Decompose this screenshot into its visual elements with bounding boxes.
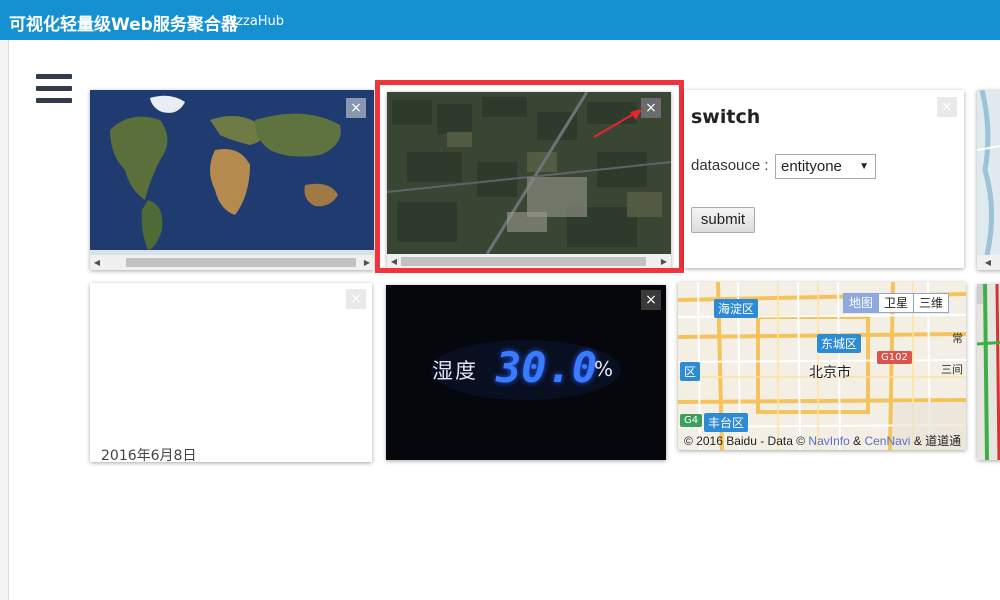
humidity-value: 30.0 [496,343,598,392]
place-label: G102 [877,351,912,364]
chevron-down-icon: ▼ [859,161,869,172]
place-label: 东城区 [817,334,862,353]
close-button[interactable]: × [346,289,366,309]
scroll-left-arrow-icon[interactable]: ◀ [90,255,104,270]
place-label: 丰台区 [704,413,749,432]
switch-title: switch [691,106,761,128]
highlight-box [375,80,684,273]
app-subtitle: PizzaHub [225,14,285,29]
left-edge [0,40,9,600]
3d-type-button[interactable]: 三维 [913,294,949,312]
submit-button[interactable]: submit [691,207,755,233]
copyright-text: & [849,434,865,448]
menu-bar [36,86,72,91]
place-label: 海淀区 [714,299,759,318]
menu-bar [36,74,72,79]
datasource-value: entityone [781,158,842,175]
place-label: 区 [680,362,701,381]
world-map-image [90,90,374,255]
hamburger-menu-icon[interactable] [36,74,72,106]
satellite-type-button[interactable]: 卫星 [878,294,914,312]
top-bar: 可视化轻量级Web服务聚合器 PizzaHub [0,0,1000,40]
partial-map-image [977,90,1000,255]
horizontal-scrollbar[interactable]: ◀ [977,255,1000,270]
place-label: 三间 [941,364,963,376]
scroll-left-arrow-icon[interactable]: ◀ [981,255,995,270]
partial-traffic-map-widget[interactable] [977,284,1000,460]
horizontal-scrollbar[interactable]: ◀ ▶ [90,255,374,270]
partial-map-widget[interactable]: ◀ [977,90,1000,270]
navinfo-link[interactable]: NavInfo [808,434,849,448]
date-text: 2016年6月8日 [101,448,197,464]
app-title: 可视化轻量级Web服务聚合器 [9,15,238,35]
world-map-widget[interactable]: × ◀ ▶ [90,90,374,270]
datasource-select[interactable]: entityone ▼ [775,154,876,179]
scroll-right-arrow-icon[interactable]: ▶ [360,255,374,270]
close-button[interactable]: × [346,98,366,118]
humidity-unit: % [594,357,614,381]
place-label: G4 [680,414,703,427]
partial-traffic-image [977,284,1000,460]
datasource-label: datasouce : [691,157,769,174]
place-label: 北京市 [809,365,851,381]
cennavi-link[interactable]: CenNavi [864,434,910,448]
map-type-switcher: 地图 卫星 三维 [843,293,950,313]
close-button[interactable]: × [937,97,957,117]
scrollbar-thumb[interactable] [126,258,356,267]
humidity-label: 湿度 [432,359,478,383]
map-copyright: © 2016 Baidu - Data © NavInfo & CenNavi … [684,432,961,449]
date-widget [90,283,372,462]
menu-bar [36,98,72,103]
humidity-widget: 湿度 30.0 % × [386,285,666,460]
close-button[interactable]: × [641,290,661,310]
copyright-text: & 道道通 [910,434,962,448]
map-type-button[interactable]: 地图 [844,294,879,312]
copyright-text: © 2016 Baidu - Data © [684,434,809,448]
place-label: 常 [952,333,963,345]
